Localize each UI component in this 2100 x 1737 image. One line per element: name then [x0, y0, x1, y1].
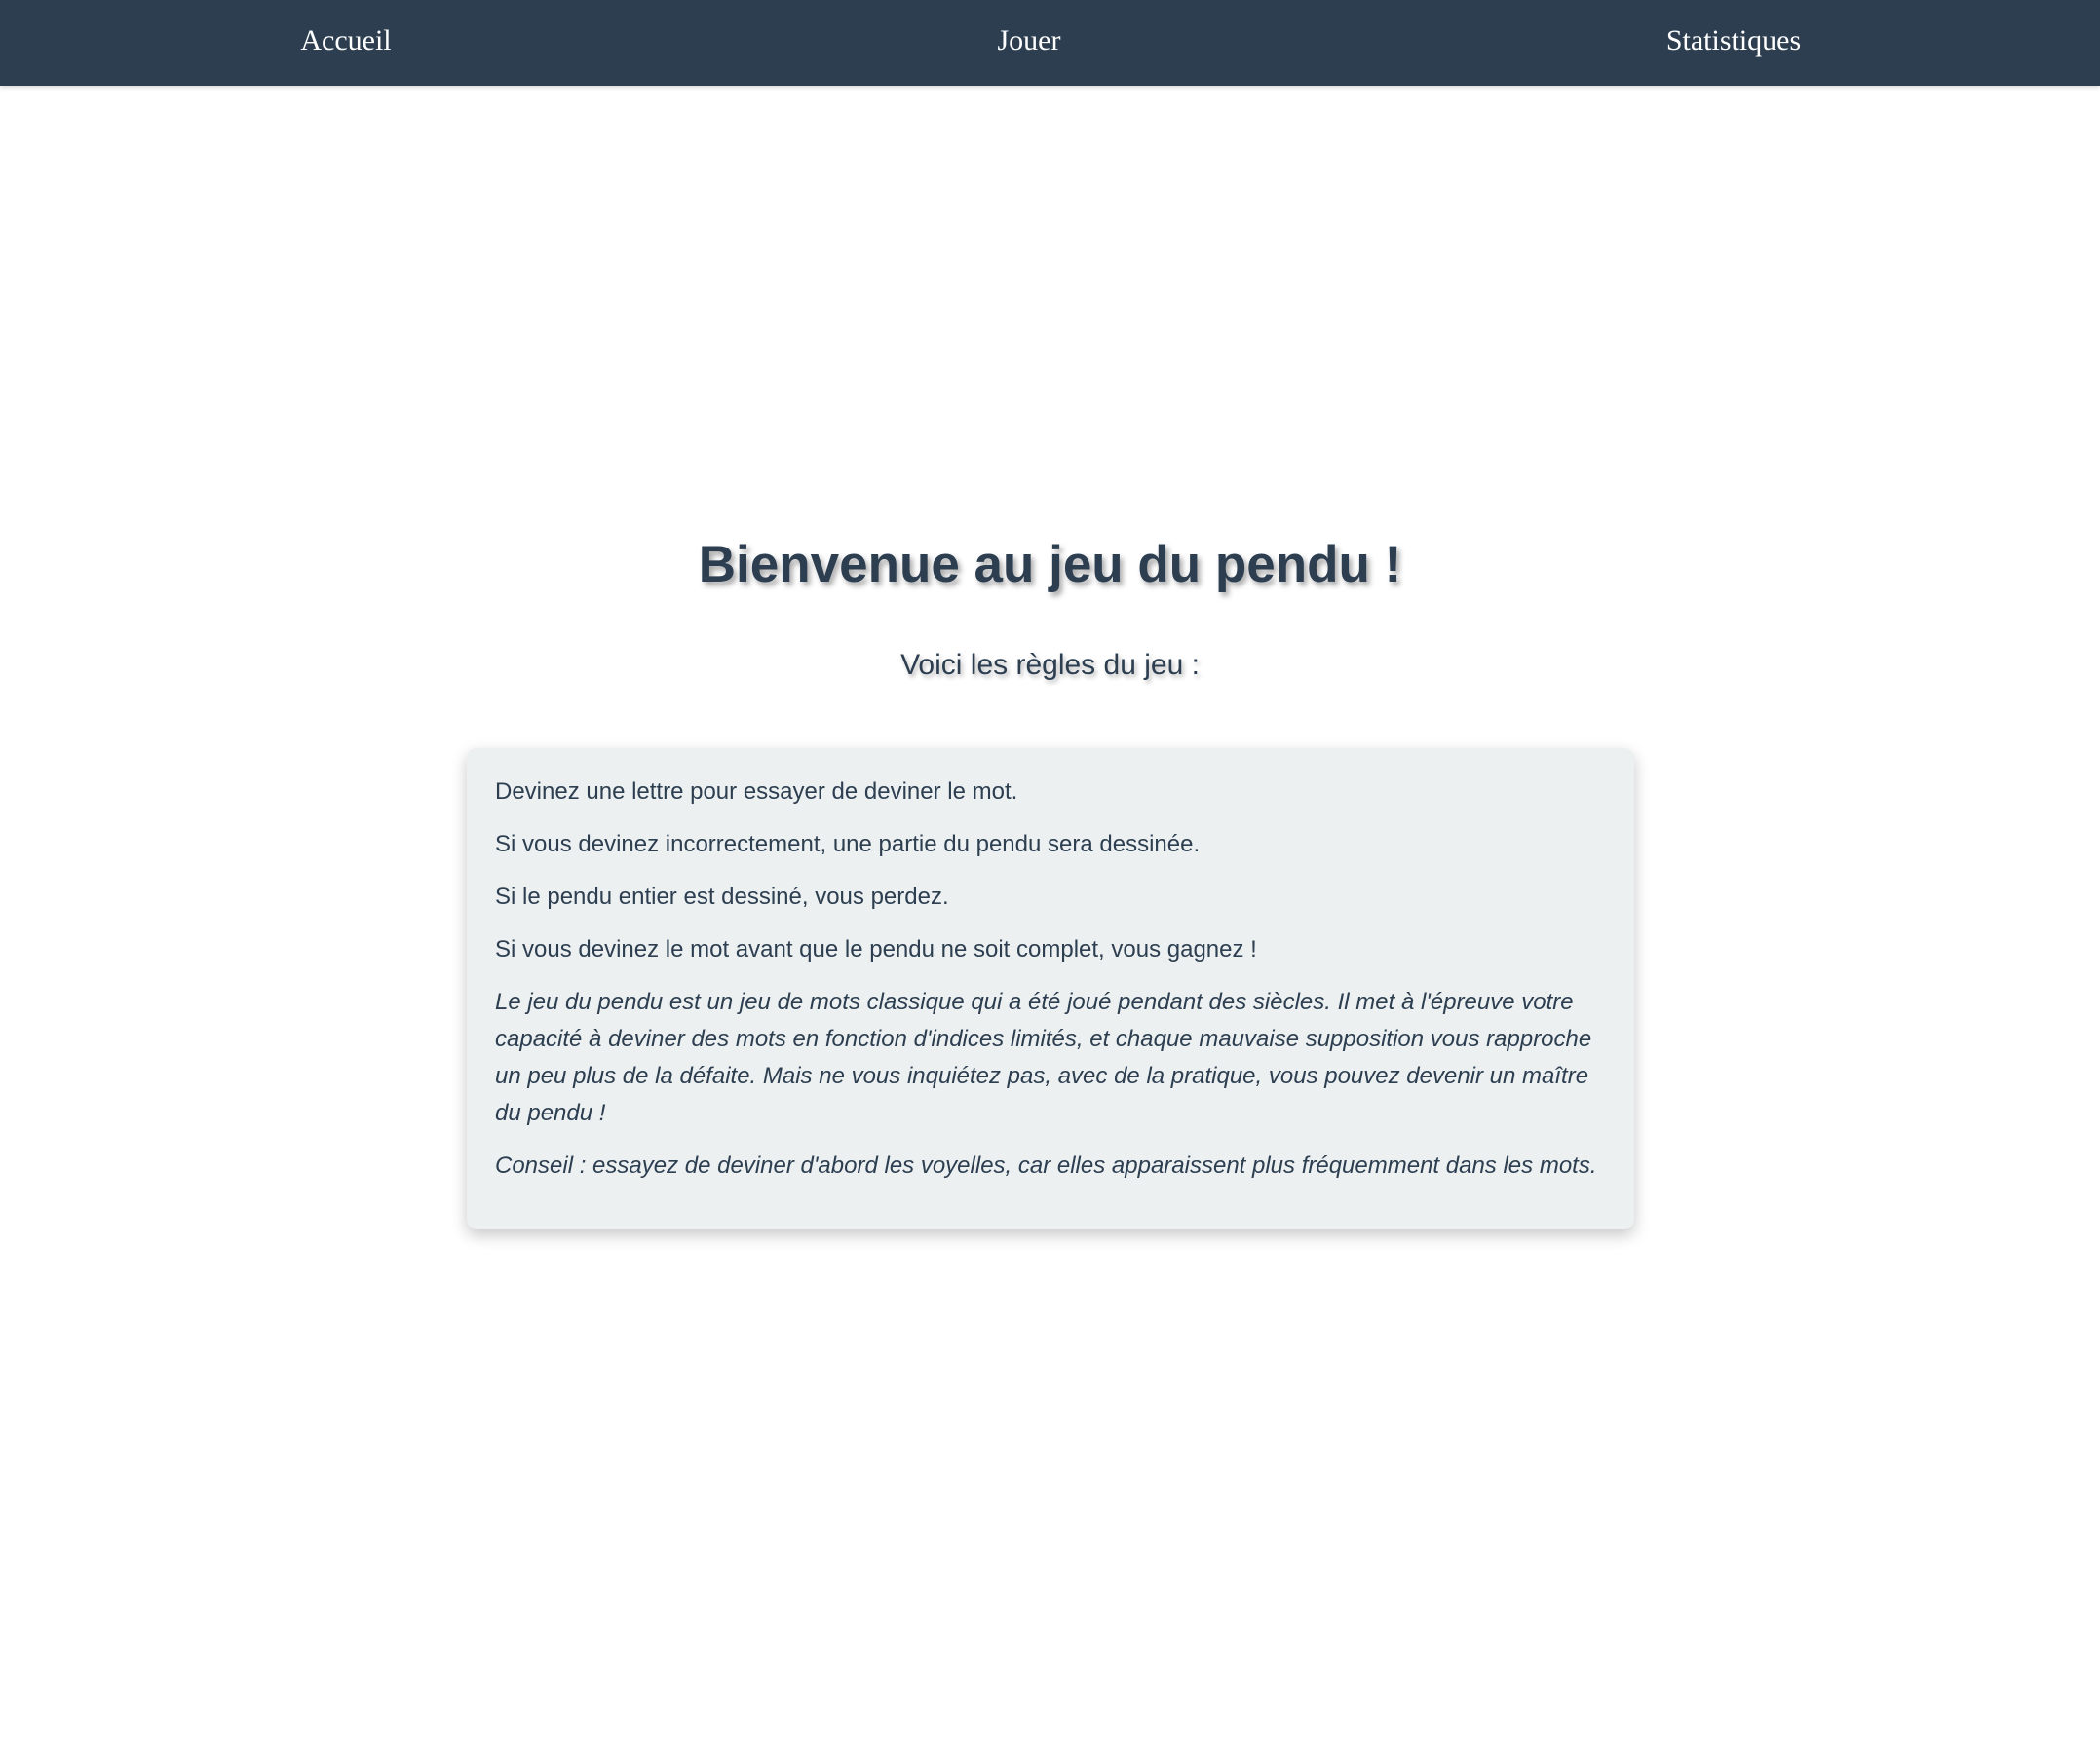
rule-item: Si vous devinez le mot avant que le pend…: [495, 936, 1257, 963]
rule-item: Si vous devinez incorrectement, une part…: [495, 831, 1201, 857]
top-navbar: Accueil Jouer Statistiques: [0, 0, 2100, 86]
rules-subtitle: Voici les règles du jeu :: [900, 649, 1200, 681]
rule-item: Devinez une lettre pour essayer de devin…: [495, 778, 1018, 805]
game-tip: Conseil : essayez de deviner d'abord les…: [495, 1152, 1597, 1179]
rules-box: Devinez une lettre pour essayer de devin…: [467, 748, 1634, 1229]
game-description: Le jeu du pendu est un jeu de mots class…: [495, 989, 1592, 1126]
rule-item: Si le pendu entier est dessiné, vous per…: [495, 884, 949, 910]
nav-link-accueil[interactable]: Accueil: [300, 0, 391, 82]
nav-link-statistiques[interactable]: Statistiques: [1666, 0, 1801, 82]
page-title: Bienvenue au jeu du pendu !: [698, 536, 1402, 593]
nav-link-jouer[interactable]: Jouer: [998, 0, 1061, 82]
